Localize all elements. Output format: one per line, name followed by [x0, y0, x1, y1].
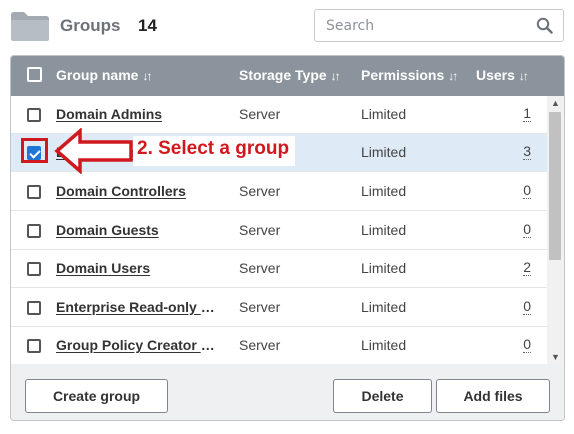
storage-type-cell: Server [239, 222, 281, 238]
storage-type-cell: Server [239, 144, 281, 160]
permissions-cell: Limited [361, 260, 407, 276]
storage-type-cell: Server [239, 183, 281, 199]
permissions-cell: Limited [361, 144, 407, 160]
table-row[interactable]: Domain Controllers Server Limited 0 [11, 173, 547, 211]
scrollbar-thumb[interactable] [549, 112, 561, 260]
table-row[interactable]: Domain Computers Server Limited 3 [11, 134, 547, 172]
users-count-link[interactable]: 2 [523, 260, 531, 276]
table-row[interactable]: Domain Admins Server Limited 1 [11, 96, 547, 134]
sort-icon: ↓↑ [448, 69, 458, 83]
permissions-cell: Limited [361, 222, 407, 238]
scroll-down-arrow-icon[interactable]: ▼ [547, 350, 564, 364]
groups-panel: Group name ↓↑ Storage Type ↓↑ Permissions ↓… [10, 55, 565, 421]
column-header-users[interactable]: Users ↓↑ [476, 67, 529, 83]
page-title: Groups [60, 16, 121, 35]
row-checkbox[interactable] [27, 146, 41, 160]
table-row[interactable]: Domain Guests Server Limited 0 [11, 212, 547, 250]
add-files-button[interactable]: Add files [436, 379, 550, 413]
sort-icon: ↓↑ [518, 69, 529, 83]
table-row[interactable]: Enterprise Read-only Domain Controllers … [11, 289, 547, 327]
group-name-link[interactable]: Domain Guests [56, 222, 220, 238]
table-row[interactable]: Domain Users Server Limited 2 [11, 250, 547, 288]
group-count: 14 [138, 16, 157, 35]
row-checkbox[interactable] [27, 108, 41, 122]
storage-type-cell: Server [239, 106, 281, 122]
permissions-cell: Limited [361, 183, 407, 199]
row-checkbox[interactable] [27, 301, 41, 315]
search-box[interactable] [314, 9, 564, 42]
sort-icon: ↓↑ [330, 69, 341, 83]
delete-button[interactable]: Delete [333, 379, 432, 413]
row-checkbox[interactable] [27, 185, 41, 199]
users-count-link[interactable]: 0 [523, 183, 531, 199]
group-name-link[interactable]: Domain Users [56, 260, 220, 276]
folder-icon [11, 12, 49, 41]
users-count-link[interactable]: 0 [523, 222, 531, 238]
table-row[interactable]: Group Policy Creator Owners Server Limit… [11, 327, 547, 364]
vertical-scrollbar[interactable]: ▲ ▼ [547, 96, 564, 364]
group-name-link[interactable]: Domain Computers [56, 144, 220, 160]
users-count-link[interactable]: 0 [523, 337, 531, 353]
permissions-cell: Limited [361, 106, 407, 122]
storage-type-cell: Server [239, 260, 281, 276]
users-count-link[interactable]: 1 [523, 106, 531, 122]
table-body: Domain Admins Server Limited 1 Domain Co… [11, 96, 564, 364]
users-count-link[interactable]: 3 [523, 144, 531, 160]
scroll-up-arrow-icon[interactable]: ▲ [547, 96, 564, 110]
group-name-link[interactable]: Domain Controllers [56, 183, 220, 199]
column-header-group-name[interactable]: Group name ↓↑ [56, 67, 152, 83]
search-input[interactable] [315, 10, 530, 41]
group-name-link[interactable]: Enterprise Read-only Domain Controllers [56, 299, 220, 315]
permissions-cell: Limited [361, 299, 407, 315]
permissions-cell: Limited [361, 337, 407, 353]
table-header: Group name ↓↑ Storage Type ↓↑ Permissions ↓… [11, 56, 564, 96]
sort-icon: ↓↑ [142, 69, 152, 83]
search-icon[interactable] [536, 17, 553, 34]
row-checkbox[interactable] [27, 262, 41, 276]
select-all-checkbox[interactable] [27, 67, 42, 82]
row-checkbox[interactable] [27, 224, 41, 238]
column-header-storage-type[interactable]: Storage Type ↓↑ [239, 67, 341, 83]
row-checkbox[interactable] [27, 339, 41, 353]
table-footer: Create group Delete Add files [11, 364, 564, 420]
storage-type-cell: Server [239, 337, 281, 353]
page-header: Groups 14 [0, 0, 574, 55]
column-header-permissions[interactable]: Permissions ↓↑ [361, 67, 458, 83]
users-count-link[interactable]: 0 [523, 299, 531, 315]
create-group-button[interactable]: Create group [25, 379, 168, 413]
group-name-link[interactable]: Domain Admins [56, 106, 220, 122]
group-name-link[interactable]: Group Policy Creator Owners [56, 337, 220, 353]
storage-type-cell: Server [239, 299, 281, 315]
